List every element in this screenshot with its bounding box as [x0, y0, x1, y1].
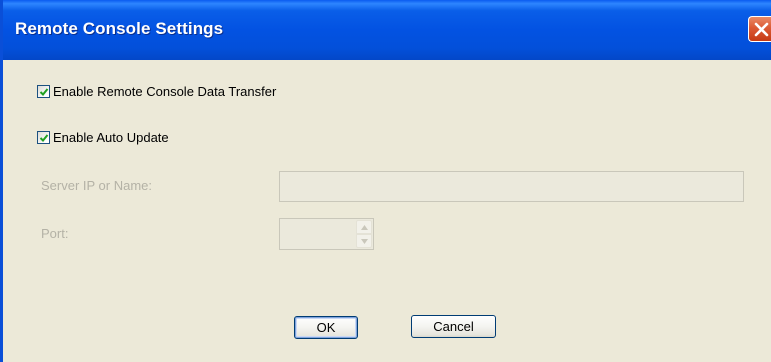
arrow-up-icon	[361, 225, 368, 230]
ok-button[interactable]: OK	[294, 316, 358, 339]
port-decrement-button[interactable]	[356, 234, 372, 248]
enable-data-transfer-checkbox[interactable]	[37, 85, 50, 98]
cancel-button[interactable]: Cancel	[411, 315, 496, 338]
port-increment-button[interactable]	[356, 220, 372, 234]
close-icon	[754, 22, 769, 37]
enable-auto-update-option[interactable]: Enable Auto Update	[37, 130, 169, 145]
remote-console-settings-dialog: Remote Console Settings Enable Remote Co…	[0, 0, 771, 362]
dialog-title: Remote Console Settings	[15, 19, 224, 38]
dialog-body: Enable Remote Console Data Transfer Enab…	[3, 60, 771, 362]
title-bar[interactable]: Remote Console Settings	[3, 0, 771, 60]
checkmark-icon	[39, 134, 49, 142]
port-spinner[interactable]	[279, 218, 374, 250]
enable-data-transfer-option[interactable]: Enable Remote Console Data Transfer	[37, 84, 276, 99]
enable-auto-update-label: Enable Auto Update	[53, 130, 169, 145]
enable-auto-update-checkbox[interactable]	[37, 131, 50, 144]
arrow-down-icon	[361, 239, 368, 244]
server-ip-label: Server IP or Name:	[41, 178, 153, 193]
port-spinner-arrows	[356, 220, 372, 248]
close-button[interactable]	[748, 16, 771, 42]
checkmark-icon	[39, 88, 49, 96]
enable-data-transfer-label: Enable Remote Console Data Transfer	[53, 84, 277, 99]
port-label: Port:	[41, 226, 69, 241]
server-ip-input[interactable]	[279, 171, 744, 202]
